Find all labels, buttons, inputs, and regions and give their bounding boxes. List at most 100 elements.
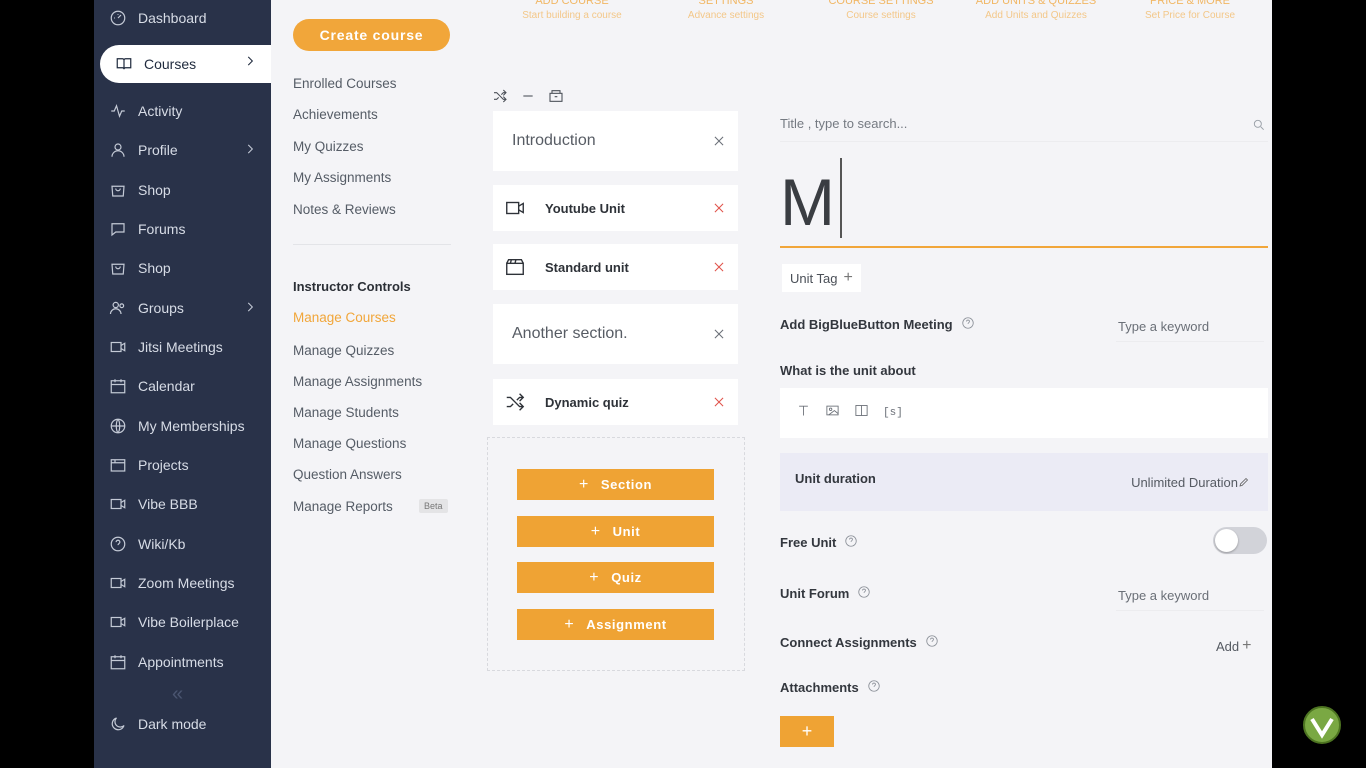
app-window: Dashboard Courses Activity Profile Shop Forum… — [94, 0, 1272, 768]
sidebar-item-jitsi-meetings[interactable]: Jitsi Meetings — [94, 330, 271, 364]
instructor-link-manage-questions[interactable]: Manage Questions — [293, 436, 406, 451]
instructor-link-question-answers[interactable]: Question Answers — [293, 467, 402, 482]
instructor-link-manage-reports[interactable]: Manage Reports — [293, 499, 393, 514]
clapper-icon — [503, 255, 527, 279]
unit-duration-value[interactable]: Unlimited Duration — [1131, 475, 1238, 490]
sidebar-item-profile[interactable]: Profile — [94, 133, 271, 167]
step-5[interactable]: PRICE & MORE Set Price for Course — [1125, 0, 1255, 21]
unit-about-label: What is the unit about — [780, 363, 916, 378]
sidebar-item-label: Zoom Meetings — [138, 575, 235, 591]
remove-icon[interactable] — [712, 395, 726, 409]
calendar-icon — [108, 652, 128, 672]
add-unit-button[interactable]: + Unit — [517, 516, 714, 547]
help-icon[interactable] — [867, 679, 881, 696]
sidebar-item-shop[interactable]: Shop — [94, 173, 271, 207]
add-attachment-button[interactable]: + — [780, 716, 834, 747]
curriculum-unit[interactable]: Youtube Unit — [493, 185, 738, 231]
step-4[interactable]: ADD UNITS & QUIZZES Add Units and Quizzes — [971, 0, 1101, 21]
help-icon[interactable] — [857, 585, 871, 602]
submenu-link-notes-reviews[interactable]: Notes & Reviews — [293, 202, 396, 217]
text-icon[interactable] — [796, 403, 811, 423]
sidebar-item-activity[interactable]: Activity — [94, 94, 271, 128]
archive-icon[interactable] — [548, 88, 564, 109]
sidebar-item-label: Vibe BBB — [138, 496, 198, 512]
bbb-keyword-input[interactable] — [1116, 312, 1264, 342]
unit-title: Standard unit — [545, 259, 629, 275]
help-circle-icon — [108, 534, 128, 554]
forum-keyword-input[interactable] — [1116, 581, 1264, 611]
shop-icon — [108, 180, 128, 200]
instructor-link-manage-assignments[interactable]: Manage Assignments — [293, 374, 422, 389]
add-assignment-button[interactable]: Add + — [1216, 637, 1251, 655]
curriculum-section[interactable]: Introduction — [493, 111, 738, 171]
connect-assignments-label: Connect Assignments — [780, 634, 939, 651]
curriculum-unit[interactable]: Dynamic quiz — [493, 379, 738, 425]
sidebar-item-zoom-meetings[interactable]: Zoom Meetings — [94, 566, 271, 600]
step-2[interactable]: SETTINGS Advance settings — [661, 0, 791, 21]
shortcode-icon[interactable]: [s] — [883, 407, 903, 419]
shuffle-icon[interactable] — [492, 88, 508, 109]
sidebar-item-wiki-kb[interactable]: Wiki/Kb — [94, 527, 271, 561]
sidebar-item-label: Projects — [138, 457, 189, 473]
sidebar-item-projects[interactable]: Projects — [94, 448, 271, 482]
remove-icon[interactable] — [712, 260, 726, 274]
submenu-link-enrolled-courses[interactable]: Enrolled Courses — [293, 76, 397, 91]
plus-icon: + — [589, 568, 600, 586]
remove-icon[interactable] — [712, 134, 726, 148]
section-title: Introduction — [512, 132, 596, 149]
dashboard-icon — [108, 8, 128, 28]
editor-toolbar: [s] — [780, 388, 1268, 438]
sidebar-item-courses[interactable]: Courses — [100, 45, 271, 83]
sidebar-item-my-memberships[interactable]: My Memberships — [94, 409, 271, 443]
sidebar-item-dashboard[interactable]: Dashboard — [94, 1, 271, 35]
step-3[interactable]: COURSE SETTINGS Course settings — [816, 0, 946, 21]
unit-search-input[interactable] — [780, 116, 1240, 131]
step-subtitle: Start building a course — [522, 10, 622, 21]
free-unit-label: Free Unit — [780, 534, 858, 551]
help-icon[interactable] — [925, 634, 939, 651]
curriculum-section[interactable]: Another section. — [493, 304, 738, 364]
beta-badge: Beta — [419, 499, 448, 513]
step-subtitle: Add Units and Quizzes — [985, 10, 1087, 21]
add-section-button[interactable]: + Section — [517, 469, 714, 500]
free-unit-toggle[interactable] — [1213, 527, 1267, 554]
remove-icon[interactable] — [712, 327, 726, 341]
instructor-link-manage-students[interactable]: Manage Students — [293, 405, 399, 420]
dark-mode-toggle[interactable]: Dark mode — [94, 707, 271, 741]
step-title: SETTINGS — [698, 0, 754, 7]
sidebar-item-vibe-boilerplace[interactable]: Vibe Boilerplace — [94, 605, 271, 639]
unit-title-field[interactable]: M — [780, 150, 1268, 248]
add-quiz-button[interactable]: + Quiz — [517, 562, 714, 593]
step-1[interactable]: ADD COURSE Start building a course — [507, 0, 637, 21]
sidebar-item-groups[interactable]: Groups — [94, 291, 271, 325]
submenu-link-achievements[interactable]: Achievements — [293, 107, 378, 122]
sidebar-item-appointments[interactable]: Appointments — [94, 645, 271, 679]
image-icon[interactable] — [825, 403, 840, 423]
add-assignment-button[interactable]: + Assignment — [517, 609, 714, 640]
course-submenu: Create course Enrolled Courses Achievemen… — [271, 0, 474, 768]
instructor-link-manage-quizzes[interactable]: Manage Quizzes — [293, 343, 394, 358]
help-icon[interactable] — [961, 316, 975, 333]
sidebar-item-forums[interactable]: Forums — [94, 212, 271, 246]
pencil-icon[interactable] — [1238, 475, 1250, 493]
columns-icon[interactable] — [854, 403, 869, 423]
collapse-sidebar-icon[interactable]: « — [172, 683, 183, 706]
create-course-button[interactable]: Create course — [293, 19, 450, 51]
sidebar-item-vibe-bbb[interactable]: Vibe BBB — [94, 487, 271, 521]
chat-icon — [108, 219, 128, 239]
sidebar-item-label: Forums — [138, 221, 186, 237]
search-icon[interactable] — [1252, 118, 1266, 137]
video-icon — [108, 573, 128, 593]
curriculum-unit[interactable]: Standard unit — [493, 244, 738, 290]
sidebar-item-calendar[interactable]: Calendar — [94, 369, 271, 403]
submenu-link-my-quizzes[interactable]: My Quizzes — [293, 139, 364, 154]
minus-icon[interactable] — [520, 88, 536, 109]
submenu-link-my-assignments[interactable]: My Assignments — [293, 170, 391, 185]
unit-tag-button[interactable]: Unit Tag + — [782, 264, 861, 292]
help-icon[interactable] — [844, 534, 858, 551]
step-subtitle: Set Price for Course — [1144, 10, 1236, 21]
sidebar-item-shop[interactable]: Shop — [94, 251, 271, 285]
unit-title: Youtube Unit — [545, 200, 625, 216]
remove-icon[interactable] — [712, 201, 726, 215]
instructor-link-manage-courses[interactable]: Manage Courses — [293, 310, 396, 325]
